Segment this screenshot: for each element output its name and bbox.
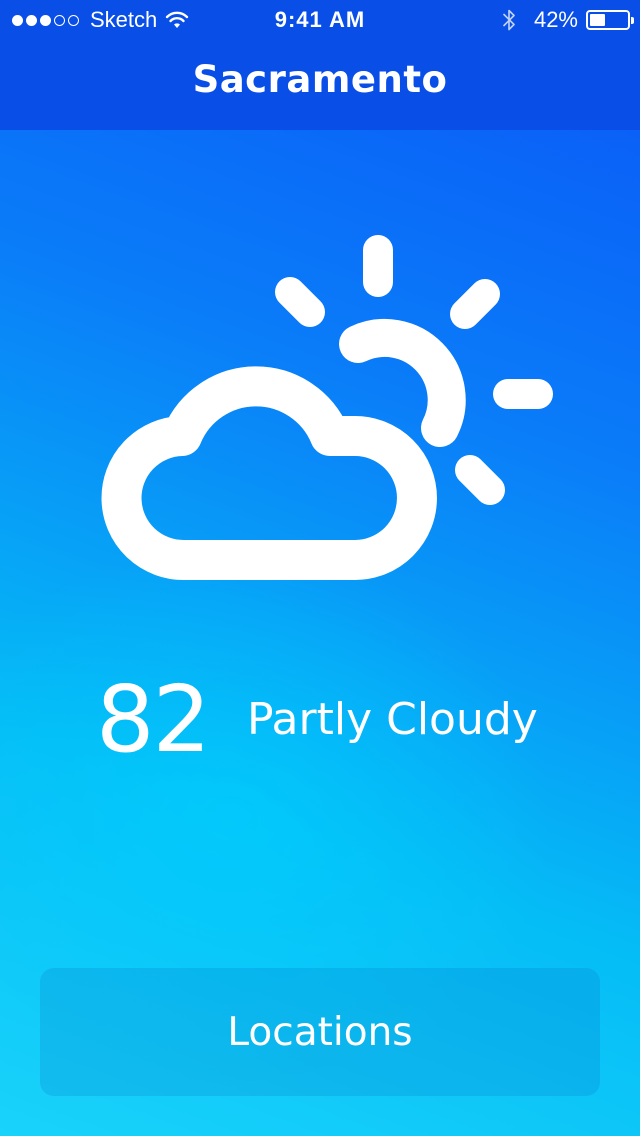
battery-percent: 42% bbox=[533, 7, 578, 32]
sun-ray-top-right bbox=[450, 279, 500, 329]
locations-button[interactable]: Locations bbox=[40, 968, 600, 1096]
temperature: 82 bbox=[96, 666, 211, 773]
locations-button-label: Locations bbox=[227, 1009, 413, 1055]
status-bar-right: 42% bbox=[502, 0, 634, 40]
weather-screen: Sketch 9:41 AM 42% Sacramento 82 Partly … bbox=[0, 0, 640, 1136]
sun-ray-top-left bbox=[275, 277, 325, 327]
battery-icon bbox=[586, 10, 634, 30]
city-title: Sacramento bbox=[192, 58, 448, 101]
cloud-shape bbox=[101, 366, 437, 580]
battery-nub bbox=[631, 17, 634, 24]
sun-ray-bottom-right bbox=[455, 455, 505, 505]
status-bar: Sketch 9:41 AM 42% bbox=[0, 0, 640, 40]
partly-cloudy-icon bbox=[101, 235, 553, 580]
condition-text: Partly Cloudy bbox=[247, 694, 538, 745]
sun-arc bbox=[339, 318, 466, 447]
top-bar: Sketch 9:41 AM 42% Sacramento bbox=[0, 0, 640, 130]
bluetooth-icon bbox=[503, 9, 515, 31]
battery-level-fill bbox=[590, 14, 605, 26]
